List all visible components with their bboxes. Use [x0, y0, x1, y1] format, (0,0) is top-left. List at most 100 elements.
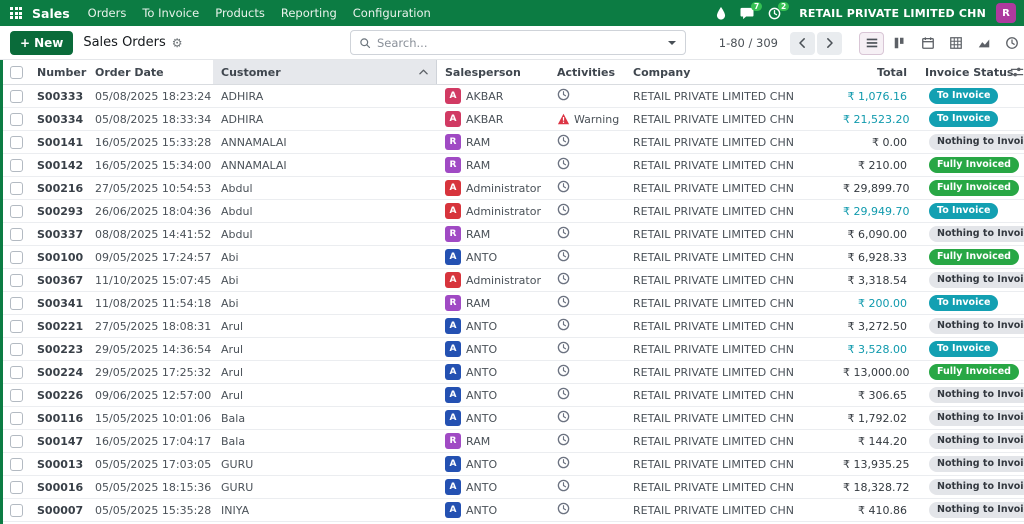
table-row[interactable]: S00224 29/05/2025 17:25:32 Arul A ANTO R…	[3, 361, 1024, 384]
table-row[interactable]: S00333 05/08/2025 18:23:24 ADHIRA A AKBA…	[3, 85, 1024, 108]
row-checkbox[interactable]	[9, 365, 23, 379]
row-checkbox[interactable]	[9, 89, 23, 103]
activity-cell[interactable]	[549, 134, 625, 150]
optional-columns-icon[interactable]	[1010, 65, 1024, 82]
table-row[interactable]: S00293 26/06/2025 18:04:36 Abdul A Admin…	[3, 200, 1024, 223]
gear-icon[interactable]: ⚙	[172, 36, 183, 50]
list-view-button[interactable]	[859, 31, 884, 55]
activity-clock-icon[interactable]	[557, 387, 570, 403]
row-checkbox[interactable]	[9, 296, 23, 310]
header-activities[interactable]: Activities	[549, 60, 625, 84]
messages-icon[interactable]: 7	[740, 1, 763, 20]
activity-cell[interactable]	[549, 387, 625, 403]
table-row[interactable]: S00142 16/05/2025 15:34:00 ANNAMALAI R R…	[3, 154, 1024, 177]
pager-next-button[interactable]	[817, 31, 842, 55]
activity-clock-icon[interactable]	[557, 203, 570, 219]
activity-clock-icon[interactable]	[557, 318, 570, 334]
header-invoice-status[interactable]: Invoice Status	[917, 60, 1024, 84]
activity-cell[interactable]	[549, 157, 625, 173]
header-order-date[interactable]: Order Date	[87, 60, 213, 84]
apps-menu-icon[interactable]	[10, 7, 22, 19]
activity-cell[interactable]	[549, 364, 625, 380]
table-row[interactable]: S00337 08/08/2025 14:41:52 Abdul R RAM R…	[3, 223, 1024, 246]
activity-clock-icon[interactable]	[557, 180, 570, 196]
droplet-icon[interactable]	[716, 6, 726, 20]
activity-cell[interactable]	[549, 272, 625, 288]
menu-reporting[interactable]: Reporting	[281, 6, 337, 20]
activity-clock-icon[interactable]	[557, 295, 570, 311]
table-row[interactable]: S00216 27/05/2025 10:54:53 Abdul A Admin…	[3, 177, 1024, 200]
row-checkbox[interactable]	[9, 204, 23, 218]
table-row[interactable]: S00367 11/10/2025 15:07:45 Abi A Adminis…	[3, 269, 1024, 292]
row-checkbox[interactable]	[9, 411, 23, 425]
table-row[interactable]: S00147 16/05/2025 17:04:17 Bala R RAM RE…	[3, 430, 1024, 453]
row-checkbox[interactable]	[9, 227, 23, 241]
table-row[interactable]: S00223 29/05/2025 14:36:54 Arul A ANTO R…	[3, 338, 1024, 361]
table-row[interactable]: S00013 05/05/2025 17:03:05 GURU A ANTO R…	[3, 453, 1024, 476]
activity-clock-icon[interactable]	[557, 341, 570, 357]
activity-clock-icon[interactable]	[557, 226, 570, 242]
activity-cell[interactable]	[549, 249, 625, 265]
table-row[interactable]: S00226 09/06/2025 12:57:00 Arul A ANTO R…	[3, 384, 1024, 407]
row-checkbox[interactable]	[9, 273, 23, 287]
header-total[interactable]: Total	[835, 60, 917, 84]
table-row[interactable]: S00016 05/05/2025 18:15:36 GURU A ANTO R…	[3, 476, 1024, 499]
kanban-view-button[interactable]	[887, 32, 912, 55]
activity-cell[interactable]	[549, 203, 625, 219]
row-checkbox[interactable]	[9, 158, 23, 172]
row-checkbox[interactable]	[9, 388, 23, 402]
activity-clock-icon[interactable]	[557, 272, 570, 288]
app-name[interactable]: Sales	[32, 6, 70, 21]
activity-clock-icon[interactable]	[557, 157, 570, 173]
activities-icon[interactable]: 2	[768, 1, 790, 20]
activity-clock-icon[interactable]	[557, 410, 570, 426]
activity-cell[interactable]	[549, 318, 625, 334]
table-row[interactable]: S00221 27/05/2025 18:08:31 Arul A ANTO R…	[3, 315, 1024, 338]
header-company[interactable]: Company	[625, 60, 835, 84]
activity-cell[interactable]	[549, 295, 625, 311]
activity-cell[interactable]	[549, 456, 625, 472]
menu-orders[interactable]: Orders	[88, 6, 127, 20]
new-button[interactable]: + New	[10, 30, 74, 55]
row-checkbox[interactable]	[9, 112, 23, 126]
activity-clock-icon[interactable]	[557, 88, 570, 104]
row-checkbox[interactable]	[9, 342, 23, 356]
row-checkbox[interactable]	[9, 250, 23, 264]
activity-clock-icon[interactable]	[557, 134, 570, 150]
activity-cell[interactable]	[549, 226, 625, 242]
calendar-view-button[interactable]	[915, 32, 940, 55]
activity-clock-icon[interactable]	[557, 502, 570, 518]
activity-warning[interactable]: Warning	[557, 113, 619, 126]
activity-cell[interactable]	[549, 410, 625, 426]
activity-clock-icon[interactable]	[557, 479, 570, 495]
row-checkbox[interactable]	[9, 457, 23, 471]
table-row[interactable]: S00334 05/08/2025 18:33:34 ADHIRA A AKBA…	[3, 108, 1024, 131]
activity-cell[interactable]: Warning	[549, 113, 625, 126]
activity-cell[interactable]	[549, 341, 625, 357]
activity-cell[interactable]	[549, 180, 625, 196]
header-salesperson[interactable]: Salesperson	[437, 60, 549, 84]
activity-cell[interactable]	[549, 433, 625, 449]
row-checkbox[interactable]	[9, 181, 23, 195]
activity-cell[interactable]	[549, 479, 625, 495]
table-row[interactable]: S00116 15/05/2025 10:01:06 Bala A ANTO R…	[3, 407, 1024, 430]
user-avatar[interactable]: R	[996, 3, 1016, 23]
row-checkbox[interactable]	[9, 434, 23, 448]
table-row[interactable]: S00341 11/08/2025 11:54:18 Abi R RAM RET…	[3, 292, 1024, 315]
activity-clock-icon[interactable]	[557, 456, 570, 472]
header-customer[interactable]: Customer	[213, 60, 437, 84]
row-checkbox[interactable]	[9, 135, 23, 149]
row-checkbox[interactable]	[9, 480, 23, 494]
menu-to-invoice[interactable]: To Invoice	[142, 6, 199, 20]
company-switcher[interactable]: RETAIL PRIVATE LIMITED CHN	[799, 7, 986, 20]
graph-view-button[interactable]	[971, 32, 996, 55]
select-all-checkbox[interactable]	[9, 65, 23, 79]
activity-clock-icon[interactable]	[557, 249, 570, 265]
search-dropdown-toggle[interactable]	[659, 31, 685, 54]
pager-previous-button[interactable]	[790, 31, 815, 55]
search-input[interactable]	[377, 35, 659, 50]
activity-view-button[interactable]	[999, 32, 1024, 55]
row-checkbox[interactable]	[9, 319, 23, 333]
menu-configuration[interactable]: Configuration	[353, 6, 431, 20]
table-row[interactable]: S00141 16/05/2025 15:33:28 ANNAMALAI R R…	[3, 131, 1024, 154]
